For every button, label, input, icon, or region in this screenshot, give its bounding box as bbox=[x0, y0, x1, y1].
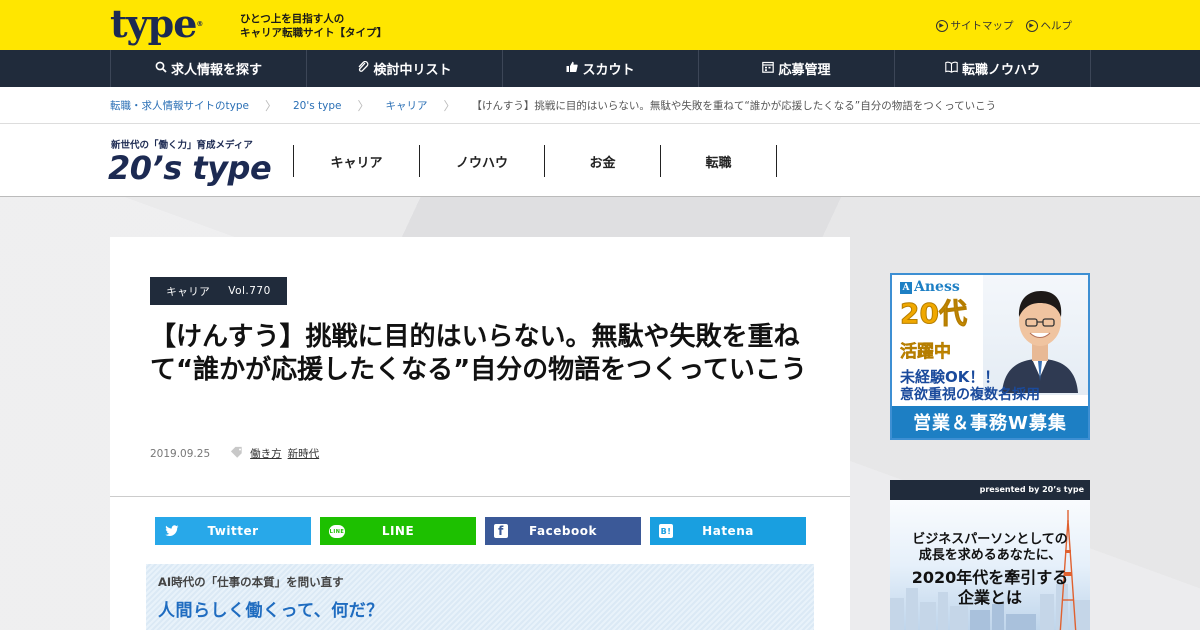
nav-label: 応募管理 bbox=[778, 63, 831, 78]
nav-item-search-jobs[interactable]: 求人情報を探す bbox=[111, 50, 307, 87]
nav-item-knowhow[interactable]: 転職ノウハウ bbox=[895, 50, 1091, 87]
sitemap-label: サイトマップ bbox=[950, 20, 1014, 32]
facebook-icon: f bbox=[494, 524, 508, 538]
ad2-line4: 企業とは bbox=[957, 588, 1022, 607]
ad-brand-text: Aness bbox=[914, 279, 960, 295]
promo-title: 人間らしく働くって、何だ？ bbox=[158, 601, 384, 621]
site-tagline: ひとつ上を目指す人の キャリア転職サイト【タイプ】 bbox=[240, 12, 387, 40]
promo-kicker: AI時代の「仕事の本質」を問い直す bbox=[158, 575, 344, 589]
share-buttons: Twitter LINE LINE f Facebook B! Hatena bbox=[155, 517, 806, 545]
media-nav: キャリア ノウハウ お金 転職 bbox=[293, 145, 777, 177]
vol-label: Vol.770 bbox=[228, 285, 271, 297]
tag-icon bbox=[230, 446, 244, 461]
breadcrumb-bar: 転職・求人情報サイトのtype 〉 20's type 〉 キャリア 〉 【けん… bbox=[0, 87, 1200, 124]
line-icon: LINE bbox=[329, 525, 345, 538]
ad-active-text: 活躍中 bbox=[900, 342, 952, 363]
media-nav-money[interactable]: お金 bbox=[544, 145, 660, 177]
aness-mark-icon: A bbox=[900, 282, 912, 294]
ad-line2: 意欲重視の複数名採用 bbox=[900, 387, 1040, 403]
nav-item-scout[interactable]: スカウト bbox=[503, 50, 699, 87]
breadcrumb-link-type[interactable]: 転職・求人情報サイトのtype bbox=[110, 98, 249, 113]
media-nav-career[interactable]: キャリア bbox=[293, 145, 419, 177]
ad-brand: A Aness bbox=[900, 279, 960, 295]
chevron-right-icon: 〉 bbox=[264, 99, 277, 113]
article-title: 【けんすう】挑戦に目的はいらない。無駄や失敗を重ねて“誰かが応援したくなる”自分… bbox=[150, 322, 807, 385]
chevron-right-icon: 〉 bbox=[357, 99, 370, 113]
nav-label: スカウト bbox=[582, 63, 635, 78]
sidebar-ad-20s-type[interactable]: presented by 20’s type ビジネスパーソンとしての 成長を求… bbox=[890, 480, 1090, 630]
nav-label: 転職ノウハウ bbox=[961, 63, 1040, 78]
breadcrumb-current: 【けんすう】挑戦に目的はいらない。無駄や失敗を重ねて“誰かが応援したくなる”自分… bbox=[471, 100, 997, 112]
tag-link[interactable]: 働き方 bbox=[250, 446, 282, 461]
nav-label: 検討中リスト bbox=[373, 63, 452, 78]
chevron-right-icon: 〉 bbox=[443, 99, 456, 113]
tag-link[interactable]: 新時代 bbox=[288, 446, 320, 461]
article-meta: 2019.09.25 働き方 新時代 bbox=[150, 446, 325, 461]
search-icon bbox=[155, 61, 167, 76]
tagline-line2: キャリア転職サイト【タイプ】 bbox=[240, 27, 387, 39]
media-header: 新世代の「働く力」育成メディア 20’s type キャリア ノウハウ お金 転… bbox=[0, 124, 1200, 197]
divider bbox=[110, 496, 850, 497]
registered-mark: ® bbox=[196, 20, 203, 28]
share-label: Hatena bbox=[702, 524, 754, 538]
circle-arrow-icon: ▶ bbox=[1025, 19, 1038, 32]
series-promo-banner[interactable]: AI時代の「仕事の本質」を問い直す 人間らしく働くって、何だ？ bbox=[146, 564, 814, 630]
article-date: 2019.09.25 bbox=[150, 447, 211, 460]
help-link[interactable]: ▶ ヘルプ bbox=[1025, 18, 1073, 33]
share-hatena-button[interactable]: B! Hatena bbox=[650, 517, 806, 545]
breadcrumb-link-20s-type[interactable]: 20's type bbox=[293, 100, 342, 112]
nav-item-shortlist[interactable]: 検討中リスト bbox=[307, 50, 503, 87]
sitemap-link[interactable]: ▶ サイトマップ bbox=[935, 18, 1014, 33]
category-badge[interactable]: キャリア Vol.770 bbox=[150, 277, 287, 305]
share-twitter-button[interactable]: Twitter bbox=[155, 517, 311, 545]
main-nav: 求人情報を探す 検討中リスト スカウト 応募管理 転職ノウハウ bbox=[0, 50, 1200, 87]
category-label: キャリア bbox=[166, 285, 211, 298]
share-label: Facebook bbox=[529, 524, 597, 538]
site-header: type® ひとつ上を目指す人の キャリア転職サイト【タイプ】 ▶ サイトマップ… bbox=[0, 0, 1200, 50]
book-icon bbox=[945, 61, 958, 76]
utility-links: ▶ サイトマップ ▶ ヘルプ bbox=[935, 18, 1073, 33]
tagline-line1: ひとつ上を目指す人の bbox=[240, 13, 345, 25]
share-facebook-button[interactable]: f Facebook bbox=[485, 517, 641, 545]
sidebar-ad-aness[interactable]: A Aness 20代 活躍中 未経験OK！！ 意欲重視の複数名採用 営業＆事務W… bbox=[890, 273, 1090, 440]
breadcrumb: 転職・求人情報サイトのtype 〉 20's type 〉 キャリア 〉 【けん… bbox=[110, 87, 996, 124]
ad-age-text: 20代 bbox=[900, 297, 968, 331]
nav-label: 求人情報を探す bbox=[170, 63, 262, 78]
ad2-line2: 成長を求めるあなたに、 bbox=[918, 548, 1062, 563]
share-line-button[interactable]: LINE LINE bbox=[320, 517, 476, 545]
media-logo[interactable]: 20’s type bbox=[108, 150, 272, 186]
ad-bottom-bar: 営業＆事務W募集 bbox=[892, 406, 1088, 438]
hatena-icon: B! bbox=[659, 524, 673, 538]
media-nav-knowhow[interactable]: ノウハウ bbox=[419, 145, 544, 177]
type-logo[interactable]: type® bbox=[110, 1, 203, 46]
person-photo-icon bbox=[1002, 291, 1078, 393]
nav-item-applications[interactable]: 応募管理 bbox=[699, 50, 895, 87]
help-label: ヘルプ bbox=[1040, 20, 1073, 32]
thumbs-up-icon bbox=[566, 61, 579, 76]
calendar-icon bbox=[762, 61, 775, 76]
breadcrumb-link-career[interactable]: キャリア bbox=[386, 98, 428, 113]
media-nav-jobchange[interactable]: 転職 bbox=[660, 145, 777, 177]
article-card: キャリア Vol.770 【けんすう】挑戦に目的はいらない。無駄や失敗を重ねて“… bbox=[110, 237, 850, 630]
circle-arrow-icon: ▶ bbox=[935, 19, 948, 32]
logo-text: type bbox=[110, 1, 197, 46]
clip-icon bbox=[357, 60, 369, 76]
twitter-bird-icon bbox=[164, 523, 180, 539]
